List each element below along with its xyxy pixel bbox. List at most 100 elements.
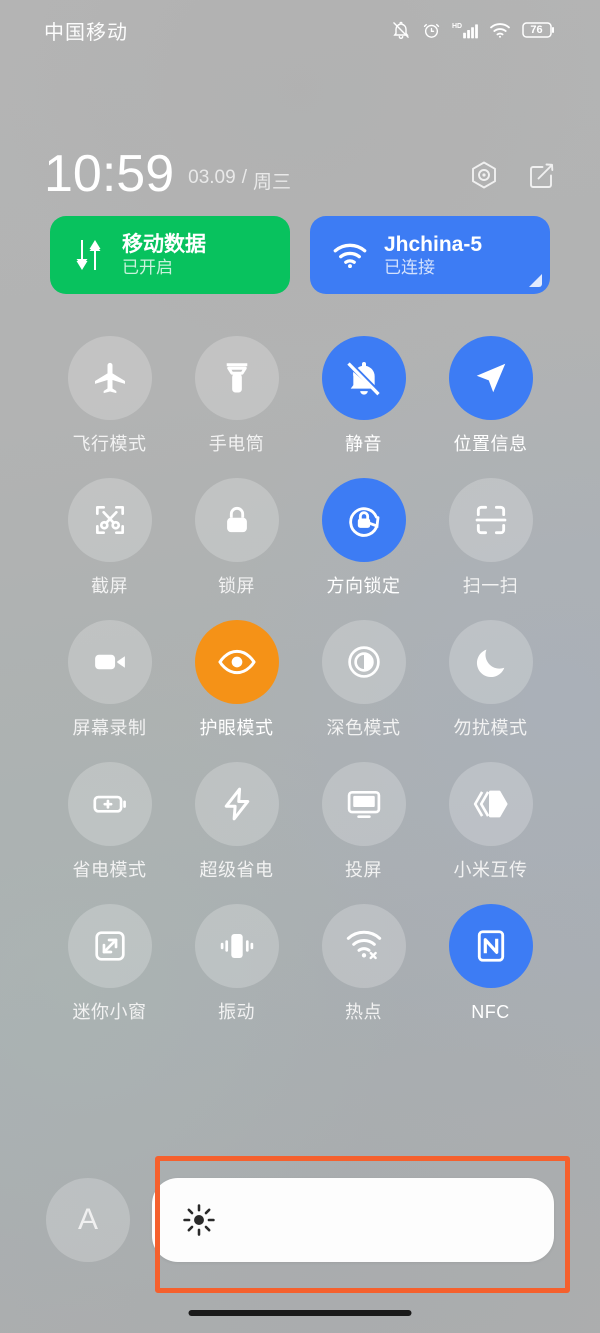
quick-tile-mi-share[interactable]: 小米互传	[427, 762, 554, 880]
quick-tile-airplane[interactable]: 飞行模式	[46, 336, 173, 454]
quick-tile-circle[interactable]	[194, 762, 279, 846]
battery-level: 76	[530, 24, 543, 36]
quick-tile-circle[interactable]	[67, 904, 152, 988]
quick-tile-circle[interactable]	[194, 336, 279, 420]
data-transfer-icon	[76, 240, 101, 270]
quick-tile-circle[interactable]	[448, 336, 533, 420]
mobile-data-title: 移动数据	[122, 233, 206, 256]
quick-tile-rotation-lock[interactable]: 方向锁定	[300, 478, 427, 596]
quick-tile-circle[interactable]	[67, 620, 152, 704]
quick-tile-location-arrow[interactable]: 位置信息	[427, 336, 554, 454]
wifi-text: Jhchina-5 已连接	[384, 233, 482, 277]
quick-tile-circle[interactable]	[194, 620, 279, 704]
rotation-lock-icon	[344, 500, 384, 540]
clock-actions	[468, 159, 556, 196]
quick-tile-label: 锁屏	[218, 576, 255, 596]
clock-row: 10:59 03.09 / 周三	[0, 138, 600, 200]
wifi-status: 已连接	[384, 258, 435, 277]
quick-tile-circle[interactable]	[448, 620, 533, 704]
quick-tile-label: 手电筒	[208, 434, 265, 454]
quick-tile-eye[interactable]: 护眼模式	[173, 620, 300, 738]
wifi-expand-corner-icon[interactable]	[529, 274, 542, 287]
clock-date: 03.09	[188, 167, 236, 188]
quick-tile-cast-screen[interactable]: 投屏	[300, 762, 427, 880]
carrier-label: 中国移动	[44, 21, 128, 44]
quick-tile-label: 静音	[345, 434, 382, 454]
status-icons: HD 76	[391, 20, 556, 40]
quick-tile-label: 超级省电	[199, 860, 274, 880]
mi-share-icon	[472, 785, 510, 823]
flashlight-icon	[218, 359, 256, 397]
quick-tile-circle[interactable]	[67, 336, 152, 420]
home-indicator[interactable]	[188, 1310, 412, 1316]
contrast-icon	[345, 643, 383, 681]
battery-icon: 76	[522, 21, 556, 39]
wifi-card[interactable]: Jhchina-5 已连接	[310, 216, 550, 294]
quick-tile-circle[interactable]	[321, 620, 406, 704]
sun-icon	[183, 1204, 215, 1236]
quick-tile-label: NFC	[471, 1002, 510, 1022]
quick-tile-contrast[interactable]: 深色模式	[300, 620, 427, 738]
hotspot-icon	[344, 926, 384, 966]
airplane-icon	[90, 358, 130, 398]
quick-tile-lock[interactable]: 锁屏	[173, 478, 300, 596]
quick-tile-screenshot[interactable]: 截屏	[46, 478, 173, 596]
nfc-icon	[472, 927, 510, 965]
wifi-icon	[333, 243, 367, 269]
mobile-data-card[interactable]: 移动数据 已开启	[50, 216, 290, 294]
quick-tile-circle[interactable]	[67, 478, 152, 562]
quick-tile-circle[interactable]	[448, 762, 533, 846]
quick-tile-circle[interactable]	[321, 904, 406, 988]
quick-tile-flashlight[interactable]: 手电筒	[173, 336, 300, 454]
quick-tile-label: 深色模式	[326, 718, 401, 738]
clock-date-group: 03.09 / 周三	[188, 167, 291, 194]
scan-icon	[472, 501, 510, 539]
quick-tile-scan[interactable]: 扫一扫	[427, 478, 554, 596]
quick-tile-label: 飞行模式	[72, 434, 147, 454]
auto-brightness-label: A	[77, 1203, 98, 1236]
control-center-screen: 中国移动 HD 76 10:59 03.09 / 周三 移动数据 已开启 Jhc…	[0, 0, 600, 1333]
quick-tile-hotspot[interactable]: 热点	[300, 904, 427, 1022]
wifi-ssid: Jhchina-5	[384, 233, 483, 256]
wifi-icon	[490, 23, 510, 38]
brightness-slider[interactable]	[152, 1178, 554, 1262]
mobile-data-status: 已开启	[122, 258, 173, 277]
quick-tile-circle[interactable]	[321, 336, 406, 420]
quick-tile-circle[interactable]	[448, 904, 533, 988]
quick-tile-circle[interactable]	[67, 762, 152, 846]
clock-weekday: 周三	[252, 172, 291, 193]
quick-tile-bell-muted[interactable]: 静音	[300, 336, 427, 454]
quick-tile-label: 省电模式	[72, 860, 147, 880]
quick-tile-label: 护眼模式	[199, 718, 274, 738]
quick-tile-battery-saver[interactable]: 省电模式	[46, 762, 173, 880]
quick-tile-video-camera[interactable]: 屏幕录制	[46, 620, 173, 738]
auto-brightness-button[interactable]: A	[46, 1178, 130, 1262]
quick-tile-nfc[interactable]: NFC	[427, 904, 554, 1022]
quick-tile-circle[interactable]	[448, 478, 533, 562]
quick-tile-label: 截屏	[91, 576, 128, 596]
quick-tile-circle[interactable]	[194, 478, 279, 562]
quick-tile-label: 振动	[218, 1002, 255, 1022]
location-arrow-icon	[472, 359, 510, 397]
quick-tile-label: 屏幕录制	[72, 718, 147, 738]
edit-icon[interactable]	[526, 160, 556, 195]
quick-tile-label: 勿扰模式	[453, 718, 528, 738]
gear-icon[interactable]	[468, 159, 500, 196]
quick-tile-moon[interactable]: 勿扰模式	[427, 620, 554, 738]
mini-window-icon	[91, 927, 129, 965]
quick-tile-lightning[interactable]: 超级省电	[173, 762, 300, 880]
lock-icon	[219, 502, 255, 538]
vibrate-icon	[218, 927, 256, 965]
connection-cards: 移动数据 已开启 Jhchina-5 已连接	[50, 216, 550, 294]
quick-tile-label: 投屏	[345, 860, 382, 880]
quick-tile-vibrate[interactable]: 振动	[173, 904, 300, 1022]
quick-tile-label: 小米互传	[453, 860, 528, 880]
mobile-data-text: 移动数据 已开启	[122, 233, 206, 277]
quick-tile-circle[interactable]	[321, 478, 406, 562]
quick-tile-circle[interactable]	[321, 762, 406, 846]
quick-tile-label: 扫一扫	[462, 576, 519, 596]
alarm-clock-icon	[423, 23, 440, 38]
quick-tile-circle[interactable]	[194, 904, 279, 988]
quick-tile-label: 迷你小窗	[72, 1002, 147, 1022]
quick-tile-mini-window[interactable]: 迷你小窗	[46, 904, 173, 1022]
